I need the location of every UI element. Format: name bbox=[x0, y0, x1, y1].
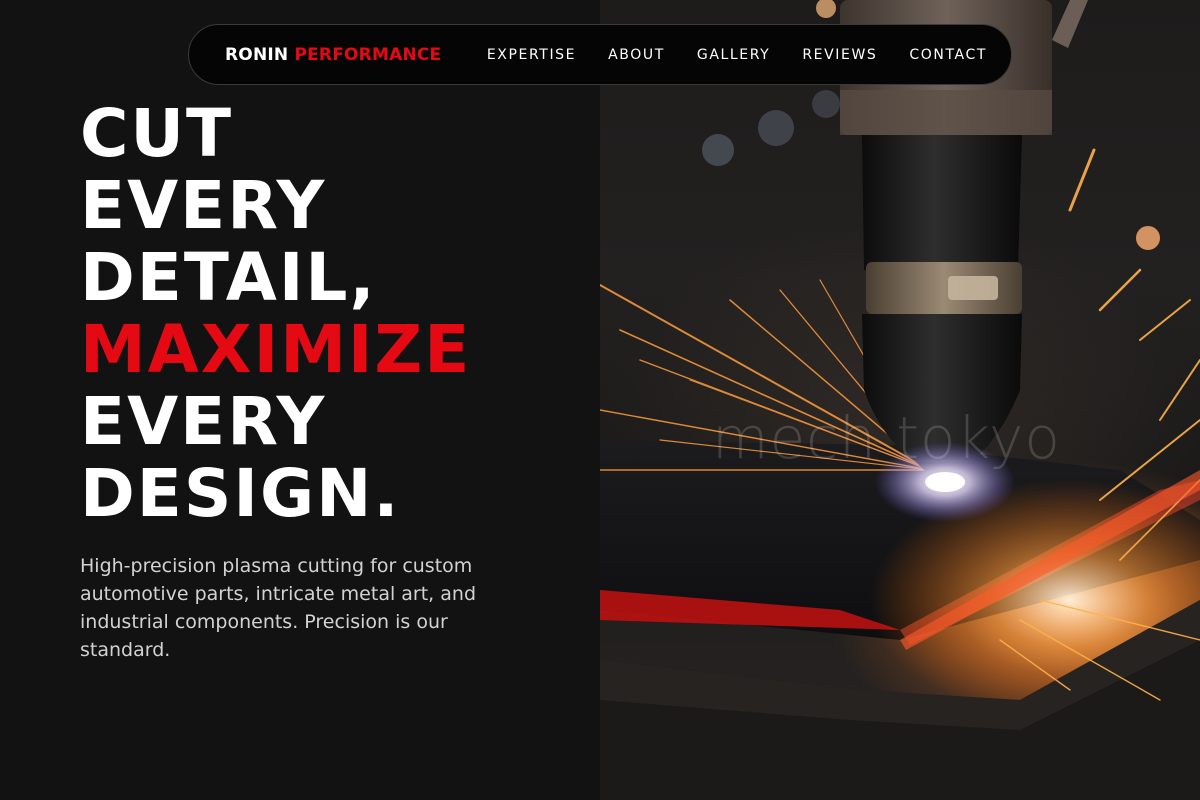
nav-link-gallery[interactable]: GALLERY bbox=[697, 47, 770, 63]
watermark-text: mech tokyo bbox=[712, 404, 1061, 472]
headline-line: EVERY bbox=[80, 383, 327, 460]
nav-links: EXPERTISE ABOUT GALLERY REVIEWS CONTACT bbox=[455, 47, 987, 63]
hero-description: High-precision plasma cutting for custom… bbox=[80, 555, 477, 661]
hero-image: mech tokyo bbox=[600, 0, 1200, 800]
nav-link-reviews[interactable]: REVIEWS bbox=[802, 47, 877, 63]
plasma-cutting-illustration bbox=[600, 0, 1200, 800]
brand-name-primary: RONIN bbox=[225, 44, 289, 65]
headline-line: EVERY bbox=[80, 167, 327, 244]
brand-logo[interactable]: RONIN PERFORMANCE bbox=[225, 45, 441, 65]
headline-line: DESIGN. bbox=[80, 455, 401, 532]
headline-line-accent: MAXIMIZE bbox=[80, 311, 472, 388]
nav-link-expertise[interactable]: EXPERTISE bbox=[487, 47, 576, 63]
headline-line: DETAIL, bbox=[80, 239, 377, 316]
nav-link-about[interactable]: ABOUT bbox=[608, 47, 665, 63]
brand-name-accent: PERFORMANCE bbox=[294, 44, 442, 65]
hero-headline: CUT EVERY DETAIL, MAXIMIZE EVERY DESIGN. bbox=[80, 98, 471, 530]
top-navigation: RONIN PERFORMANCE EXPERTISE ABOUT GALLER… bbox=[188, 24, 1012, 85]
nav-link-contact[interactable]: CONTACT bbox=[909, 47, 987, 63]
headline-line: CUT bbox=[80, 95, 234, 172]
